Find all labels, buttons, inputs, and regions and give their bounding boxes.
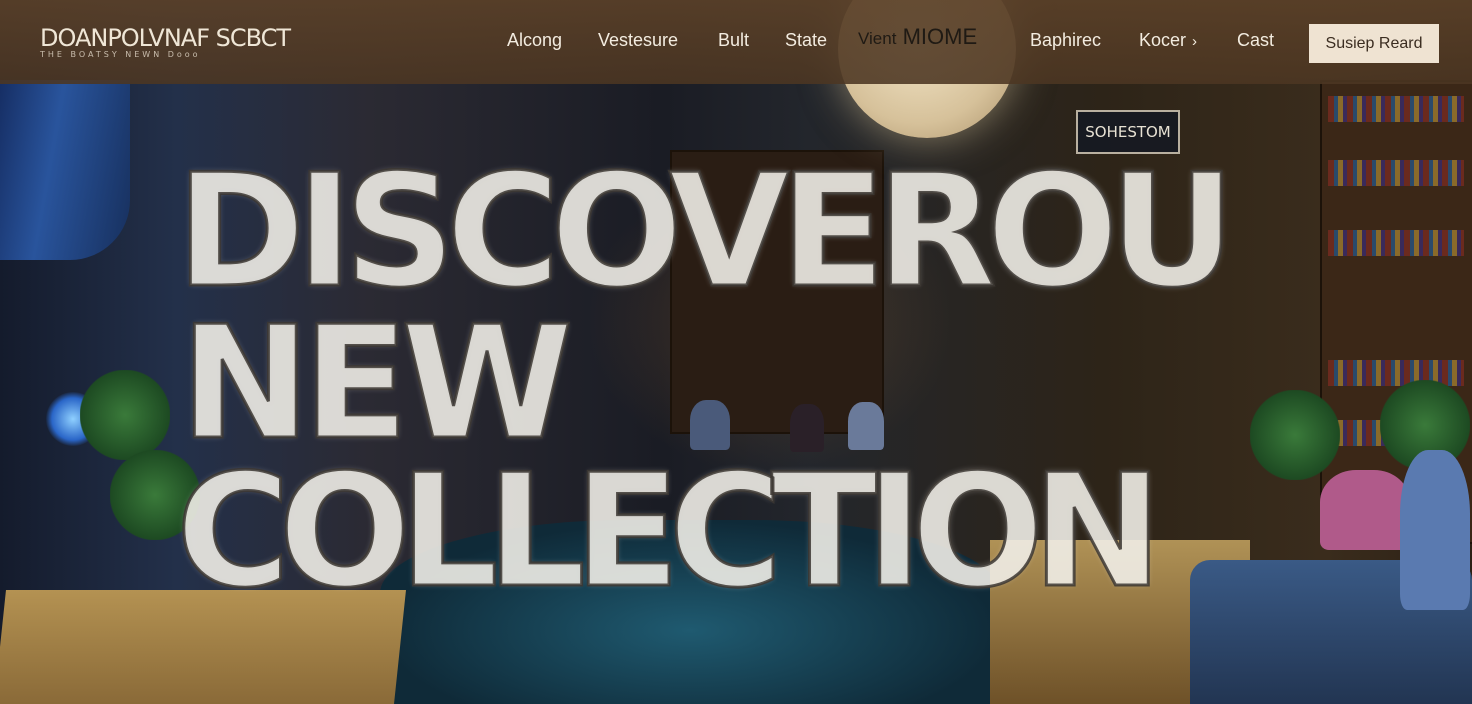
hero-headline-line-3: COLLECTION xyxy=(175,439,1165,624)
hero-section: DISCOVEROU NEW COLLECTION xyxy=(0,0,1472,704)
